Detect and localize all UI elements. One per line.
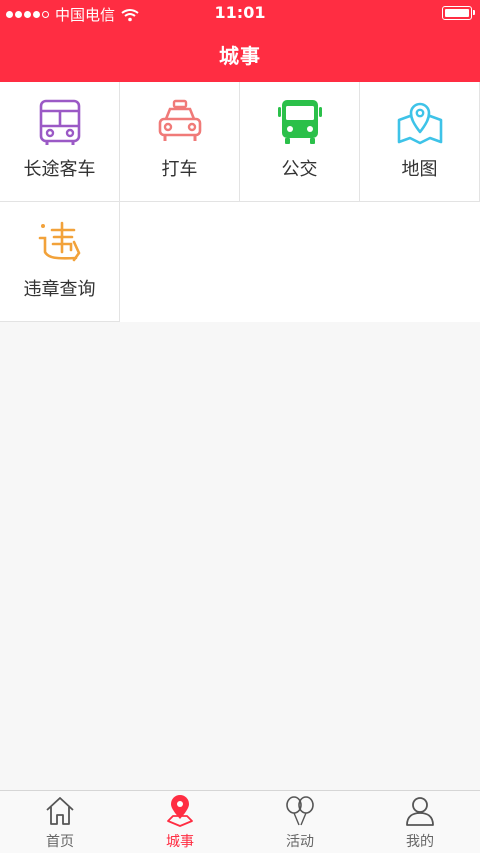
service-long-distance-bus[interactable]: 长途客车 xyxy=(0,82,120,202)
app-header: 中国电信 11:01 城事 xyxy=(0,0,480,82)
service-label: 地图 xyxy=(401,159,438,180)
service-label: 违章查询 xyxy=(23,279,96,300)
tab-activities[interactable]: 活动 xyxy=(240,791,360,853)
service-city-bus[interactable]: 公交 xyxy=(240,82,360,202)
tab-city[interactable]: 城事 xyxy=(120,791,240,853)
bus-icon xyxy=(39,99,81,145)
status-bar: 中国电信 11:01 xyxy=(0,0,480,28)
tab-bar: 首页 城事 活动 我的 xyxy=(0,790,480,853)
battery-icon xyxy=(442,6,475,20)
violation-icon xyxy=(38,221,81,262)
balloons-icon xyxy=(286,796,314,826)
service-grid: 长途客车 打车 公交 地图 违章查询 xyxy=(0,82,480,322)
home-icon xyxy=(46,797,74,825)
tab-label: 首页 xyxy=(46,834,74,850)
service-label: 公交 xyxy=(281,159,318,180)
tab-mine[interactable]: 我的 xyxy=(360,791,480,853)
service-map[interactable]: 地图 xyxy=(360,82,480,202)
map-icon xyxy=(397,102,443,145)
service-label: 长途客车 xyxy=(23,159,96,180)
user-icon xyxy=(406,797,434,826)
service-traffic-violation[interactable]: 违章查询 xyxy=(0,202,120,322)
location-icon xyxy=(167,795,193,827)
tab-home[interactable]: 首页 xyxy=(0,791,120,853)
page-title: 城事 xyxy=(219,44,261,68)
city-bus-icon xyxy=(278,100,322,144)
service-label: 打车 xyxy=(161,159,198,180)
status-time: 11:01 xyxy=(214,3,266,22)
tab-label: 城事 xyxy=(166,834,194,850)
service-taxi[interactable]: 打车 xyxy=(120,82,240,202)
tab-label: 活动 xyxy=(286,834,314,850)
taxi-icon xyxy=(158,99,202,141)
tab-label: 我的 xyxy=(406,834,434,850)
